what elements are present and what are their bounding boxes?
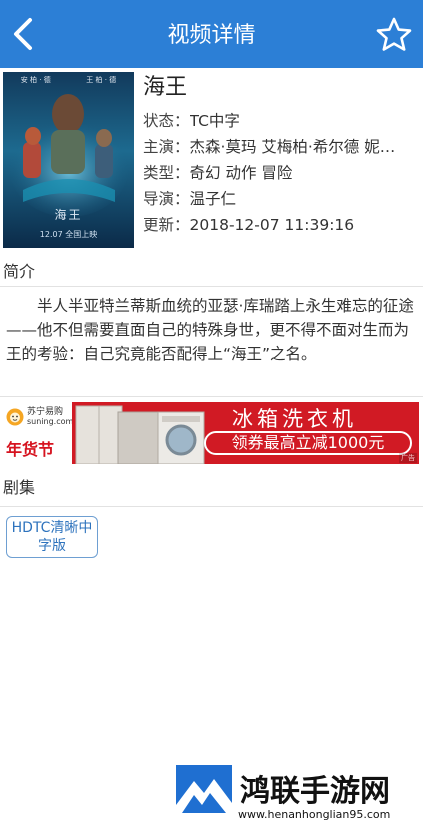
episodes-heading: 剧集	[3, 478, 36, 497]
director-value: 温子仁	[189, 190, 237, 208]
status-value: TC中字	[189, 112, 240, 130]
ad-headline: 冰箱洗衣机	[232, 407, 357, 431]
page-title: 视频详情	[167, 23, 256, 48]
status-row: 状态： TC中字	[143, 108, 419, 134]
app-header: 视频详情	[0, 0, 423, 68]
ad-label: 广告	[399, 453, 417, 463]
updated-label: 更新：	[143, 216, 190, 234]
ad-promo-panel: 冰箱洗衣机 领券最高立减1000元 广告	[72, 402, 419, 464]
director-row: 导演： 温子仁	[143, 186, 419, 212]
poster-release-date: 12.07 全国上映	[39, 230, 98, 239]
poster-credits: 安 柏 · 德 王 柏 · 德	[20, 76, 117, 84]
divider	[0, 396, 423, 397]
updated-row: 更新： 2018-12-07 11:39:16	[143, 212, 419, 238]
ad-coupon-pill: 领券最高立减1000元	[204, 431, 412, 455]
mountain-logo-icon	[176, 765, 232, 821]
ad-brand-panel: 苏宁易购 suning.com 年货节	[0, 402, 74, 464]
ad-brand-url: suning.com	[27, 417, 74, 426]
divider	[0, 286, 423, 287]
ad-brand-name: 苏宁易购	[27, 407, 64, 417]
synopsis-text: 半人半亚特兰蒂斯血统的亚瑟·库瑞踏上永生难忘的征途——他不但需要直面自己的特殊身…	[6, 297, 414, 363]
watermark-url: www.henanhonglian95.com	[238, 808, 391, 821]
watermark-site-name: 鸿联手游网	[240, 774, 390, 809]
cast-label: 主演：	[143, 138, 190, 156]
genre-value: 奇幻 动作 冒险	[189, 164, 293, 182]
movie-poster: 安 柏 · 德 王 柏 · 德 海王 12.07 全国上映	[3, 72, 134, 248]
appliances-image	[75, 405, 205, 464]
movie-info: 海王 状态： TC中字 主演： 杰森·莫玛 艾梅柏·希尔德 妮… 类型： 奇幻 …	[143, 74, 419, 238]
cast-value: 杰森·莫玛 艾梅柏·希尔德 妮…	[189, 138, 396, 156]
director-label: 导演：	[143, 190, 190, 208]
updated-value: 2018-12-07 11:39:16	[189, 216, 355, 234]
genre-row: 类型： 奇幻 动作 冒险	[143, 160, 419, 186]
favorite-button[interactable]	[375, 16, 413, 54]
status-label: 状态：	[143, 112, 190, 130]
cast-row: 主演： 杰森·莫玛 艾梅柏·希尔德 妮…	[143, 134, 419, 160]
episode-button[interactable]: HDTC清晰中字版	[6, 516, 98, 558]
ad-banner[interactable]: 苏宁易购 suning.com 年货节 冰箱洗衣机 领券最高立减1000元 广告	[0, 402, 419, 464]
movie-title: 海王	[143, 75, 188, 100]
synopsis-heading: 简介	[3, 262, 36, 281]
star-outline-icon	[376, 17, 412, 51]
poster-title: 海王	[54, 208, 83, 222]
genre-label: 类型：	[143, 164, 190, 182]
lion-logo-icon	[6, 408, 24, 426]
divider	[0, 506, 423, 507]
ad-festival-text: 年货节	[6, 440, 55, 459]
